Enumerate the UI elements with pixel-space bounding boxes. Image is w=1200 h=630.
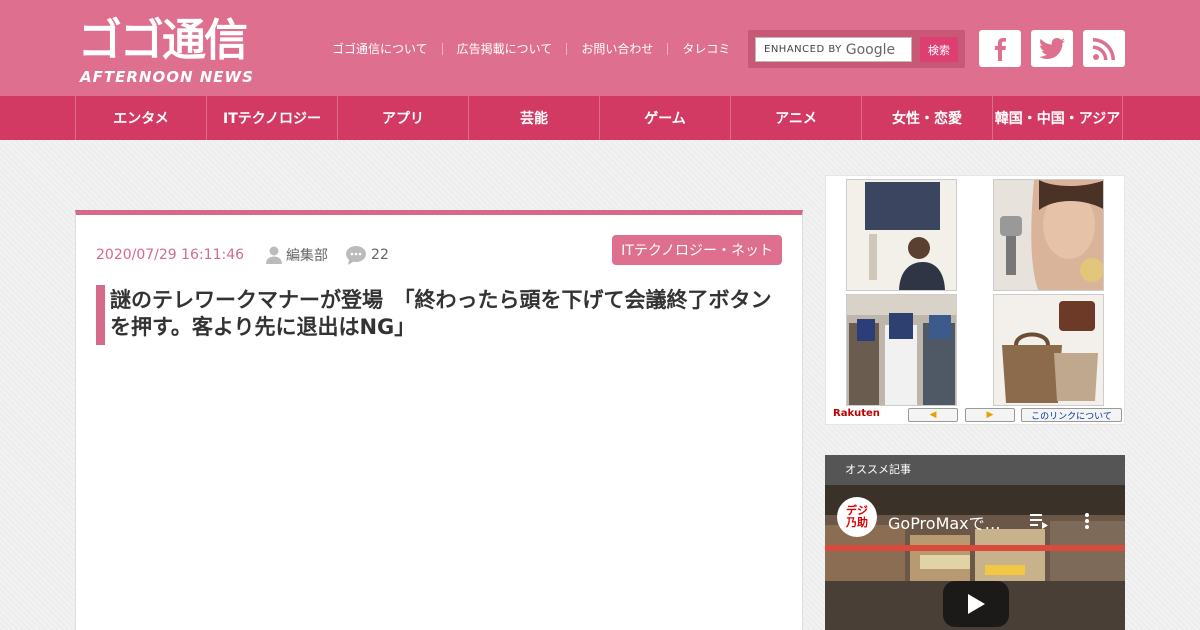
rss-button[interactable] bbox=[1083, 30, 1125, 67]
google-logo-text: Google bbox=[845, 41, 896, 58]
search-enhanced-label: ENHANCED BY bbox=[764, 44, 842, 55]
topnav-contact[interactable]: お問い合わせ bbox=[567, 40, 667, 58]
search-input[interactable]: ENHANCED BY Google bbox=[755, 37, 912, 62]
ad-footer: Rakuten ◀ ▶ このリンクについて bbox=[826, 406, 1124, 424]
ad-prev-button[interactable]: ◀ bbox=[908, 408, 958, 422]
ad-product-cosmetic[interactable] bbox=[993, 179, 1104, 291]
ad-next-button[interactable]: ▶ bbox=[965, 408, 1015, 422]
ad-product-towel[interactable] bbox=[846, 294, 957, 406]
video-title[interactable]: GoProMaxで… bbox=[888, 510, 1001, 534]
article-comments[interactable]: 22 bbox=[346, 245, 389, 265]
article-meta: 2020/07/29 16:11:46 編集部 22 bbox=[96, 245, 389, 265]
ad-product-bag[interactable] bbox=[993, 294, 1104, 406]
article-card: 2020/07/29 16:11:46 編集部 22 ITテクノロジー・ネット … bbox=[75, 210, 803, 630]
recommend-heading: オススメ記事 bbox=[825, 455, 1125, 485]
logo-main-text: ゴゴ通信 bbox=[78, 15, 248, 66]
ad-product-book[interactable] bbox=[846, 179, 957, 291]
towel-photo-image bbox=[847, 295, 956, 405]
facebook-button[interactable] bbox=[979, 30, 1021, 67]
rakuten-ad-widget: Rakuten ◀ ▶ このリンクについて bbox=[825, 175, 1125, 425]
category-badge[interactable]: ITテクノロジー・ネット bbox=[612, 235, 782, 265]
catnav-apps[interactable]: アプリ bbox=[337, 96, 468, 140]
twitter-button[interactable] bbox=[1031, 30, 1073, 67]
article-author[interactable]: 編集部 bbox=[266, 245, 328, 265]
article-date: 2020/07/29 16:11:46 bbox=[96, 247, 245, 263]
more-options-icon[interactable] bbox=[1084, 512, 1090, 530]
channel-badge-line2: 乃助 bbox=[846, 516, 868, 529]
user-icon bbox=[266, 246, 283, 264]
catnav-women-love[interactable]: 女性・恋愛 bbox=[861, 96, 992, 140]
catnav-anime[interactable]: アニメ bbox=[730, 96, 861, 140]
recommend-video[interactable]: デジ 乃助 GoProMaxで… bbox=[825, 485, 1125, 630]
book-cover-image bbox=[847, 180, 956, 290]
catnav-entame[interactable]: エンタメ bbox=[75, 96, 206, 140]
category-nav: エンタメ ITテクノロジー アプリ 芸能 ゲーム アニメ 女性・恋愛 韓国・中国… bbox=[0, 96, 1200, 140]
catnav-geinou[interactable]: 芸能 bbox=[468, 96, 599, 140]
site-logo[interactable]: ゴゴ通信 AFTERNOON NEWS bbox=[78, 16, 308, 88]
channel-avatar[interactable]: デジ 乃助 bbox=[837, 497, 877, 537]
rakuten-logo: Rakuten bbox=[833, 408, 880, 419]
comment-count: 22 bbox=[371, 247, 389, 263]
cosmetic-image bbox=[994, 180, 1103, 290]
play-icon bbox=[968, 594, 985, 614]
top-nav: ゴゴ通信について 広告掲載について お問い合わせ タレコミ bbox=[318, 40, 744, 58]
search-button[interactable]: 検索 bbox=[920, 37, 958, 62]
playlist-icon[interactable] bbox=[1030, 513, 1048, 529]
site-header: ゴゴ通信 AFTERNOON NEWS ゴゴ通信について 広告掲載について お問… bbox=[0, 0, 1200, 96]
rss-icon bbox=[1093, 37, 1115, 60]
catnav-games[interactable]: ゲーム bbox=[599, 96, 730, 140]
article-title: 謎のテレワークマナーが登場 「終わったら頭を下げて会議終了ボタンを押す。客より先… bbox=[110, 288, 772, 339]
catnav-it-technology[interactable]: ITテクノロジー bbox=[206, 96, 337, 140]
facebook-icon bbox=[995, 37, 1006, 61]
catnav-asia[interactable]: 韓国・中国・アジア bbox=[992, 96, 1123, 140]
topnav-tip[interactable]: タレコミ bbox=[668, 40, 744, 58]
search-box: ENHANCED BY Google 検索 bbox=[748, 30, 965, 68]
logo-sub-text: AFTERNOON NEWS bbox=[80, 68, 254, 86]
search-button-label: 検索 bbox=[928, 43, 950, 57]
title-accent-bar bbox=[96, 285, 105, 345]
ad-about-link[interactable]: このリンクについて bbox=[1021, 408, 1122, 422]
bag-image bbox=[994, 295, 1103, 405]
play-button[interactable] bbox=[943, 581, 1009, 627]
twitter-icon bbox=[1039, 37, 1065, 59]
topnav-advertise[interactable]: 広告掲載について bbox=[443, 40, 567, 58]
comment-bubble-icon bbox=[346, 245, 367, 265]
author-name: 編集部 bbox=[286, 248, 329, 264]
topnav-about[interactable]: ゴゴ通信について bbox=[318, 40, 442, 58]
